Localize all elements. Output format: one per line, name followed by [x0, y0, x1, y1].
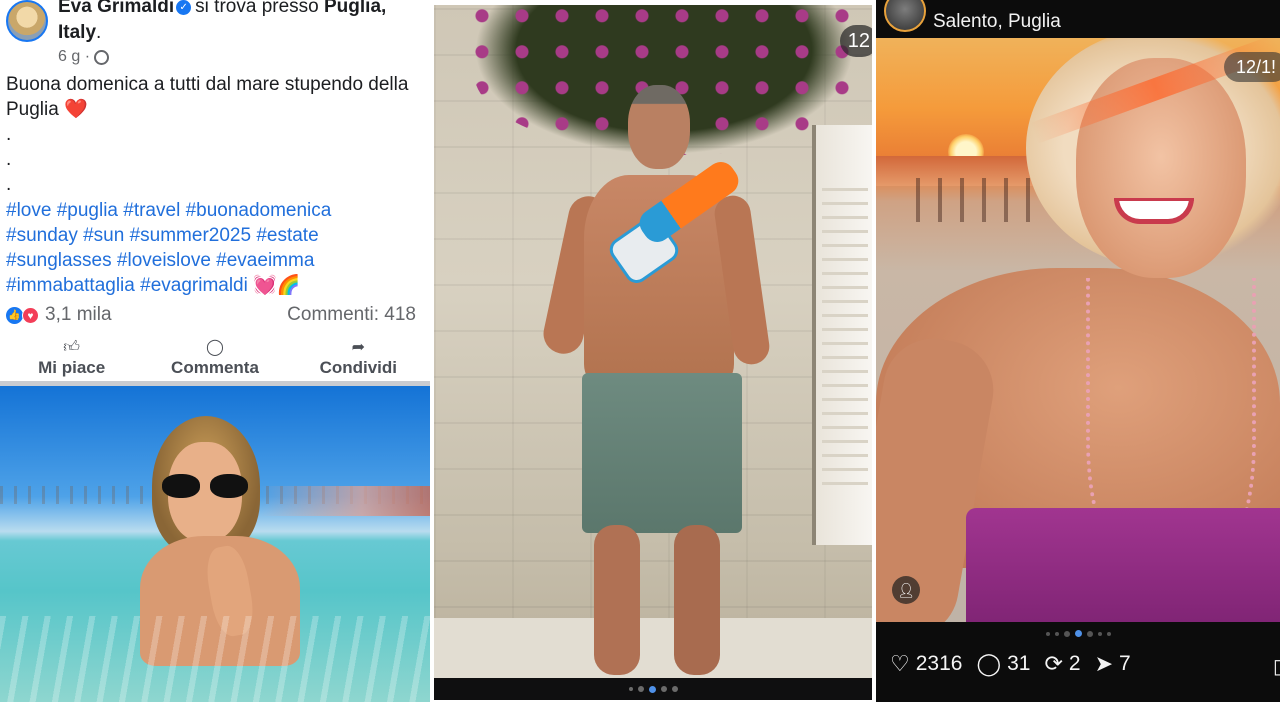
carousel-dot	[1097, 631, 1102, 636]
comment-bubble-icon: ◯	[976, 651, 1002, 676]
carousel-dot	[1054, 631, 1059, 636]
like-label: Mi piace	[38, 358, 106, 377]
comment-label: Commenta	[171, 358, 259, 377]
dot-line: .	[6, 149, 12, 170]
carousel-dot	[1045, 631, 1050, 636]
water-reflection	[0, 616, 430, 702]
share-label: Condividi	[319, 358, 398, 377]
location-label[interactable]: Salento, Puglia	[933, 11, 1061, 33]
author-name[interactable]: Eva Grimaldi	[58, 0, 174, 17]
hashtag-line[interactable]: #sunday #sun #summer2025 #estate	[6, 223, 426, 248]
author-avatar[interactable]	[6, 0, 48, 42]
comment-bubble-icon: ◯	[206, 339, 224, 356]
comment-button[interactable]: ◯ 31	[976, 652, 1030, 676]
post-stats: 👍 ♥ 3,1 mila Commenti: 418	[6, 304, 416, 326]
hashtag-line-last: #immabattaglia #evagrimaldi 💓🌈	[6, 273, 426, 298]
dot-line: .	[6, 124, 12, 145]
location-prefix: si trova presso	[195, 0, 319, 17]
carousel-dot	[1063, 630, 1070, 637]
left-leg	[594, 525, 640, 675]
bookmark-icon[interactable]: ▯	[1273, 654, 1280, 679]
image-counter: 12	[839, 25, 872, 57]
like-button[interactable]: ♡ 2316	[890, 652, 962, 676]
like-reaction-icon: 👍	[6, 306, 23, 324]
share-arrow-icon: ➦	[351, 339, 366, 356]
sunset-selfie-photo[interactable]: 12/1! 👤︎	[876, 38, 1280, 622]
dot-line: .	[6, 174, 12, 195]
post-actions: 👍︎ Mi piace ◯ Commenta ➦ Condividi	[0, 338, 430, 380]
carousel-dots[interactable]	[876, 630, 1280, 637]
beach-photo[interactable]	[0, 386, 430, 702]
post-time[interactable]: 6 g ·	[58, 48, 90, 66]
heart-rainbow-emoji: 💓🌈	[253, 275, 301, 296]
hashtag-line[interactable]: #immabattaglia #evagrimaldi	[6, 275, 248, 296]
comment-button[interactable]: ◯ Commenta	[155, 338, 275, 380]
reactions-count: 3,1 mila	[45, 304, 112, 325]
right-leg	[674, 525, 720, 675]
comments-count[interactable]: Commenti: 418	[287, 304, 416, 326]
tagged-person-icon[interactable]: 👤︎	[892, 576, 920, 604]
threads-post-panel: Salento, Puglia 12/1! 👤︎ ♡ 2316 ◯ 31 ⟳ 2…	[876, 0, 1280, 702]
carousel-dot	[1086, 630, 1093, 637]
instagram-photo-panel[interactable]: 12	[434, 5, 872, 700]
repost-button[interactable]: ⟳ 2	[1044, 652, 1080, 676]
reactions-summary[interactable]: 👍 ♥ 3,1 mila	[6, 304, 112, 326]
location-period: .	[96, 22, 102, 43]
swim-shorts	[582, 373, 742, 533]
share-button[interactable]: ➤ 7	[1095, 652, 1131, 676]
image-counter: 12/1!	[1223, 52, 1280, 82]
carousel-dot-active	[648, 685, 656, 693]
facebook-post-panel: Eva Grimaldi ✓ si trova presso Puglia, Ita…	[0, 0, 430, 702]
hashtag-line[interactable]: #sunglasses #loveislove #evaeimma	[6, 248, 426, 273]
post-meta: 6 g ·	[58, 48, 110, 66]
post-header: Eva Grimaldi ✓ si trova presso Puglia, Ita…	[58, 0, 428, 46]
share-button[interactable]: ➦ Condividi	[298, 338, 418, 380]
reposts-count: 2	[1068, 652, 1081, 675]
purple-swimsuit	[966, 508, 1280, 622]
water-gun	[594, 155, 744, 305]
hashtag-line[interactable]: #love #puglia #travel #buonadomenica	[6, 198, 426, 223]
like-button[interactable]: 👍︎ Mi piace	[12, 338, 132, 380]
carousel-dot	[628, 687, 633, 691]
carousel-dots[interactable]	[434, 678, 872, 700]
send-icon: ➤	[1094, 651, 1113, 676]
carousel-dot	[671, 686, 678, 692]
carousel-dot	[660, 686, 667, 692]
comments-count: 31	[1007, 652, 1031, 675]
repost-icon: ⟳	[1044, 651, 1063, 676]
carousel-dot	[637, 686, 644, 692]
globe-icon	[94, 49, 110, 65]
thumbs-up-icon: 👍︎	[63, 339, 81, 356]
love-reaction-icon: ♥	[22, 306, 39, 324]
author-avatar[interactable]	[884, 0, 926, 32]
hashtags: #love #puglia #travel #buonadomenica #su…	[6, 198, 426, 298]
sunglasses	[162, 474, 248, 498]
post-caption: Buona domenica a tutti dal mare stupendo…	[6, 72, 426, 197]
beach-people	[916, 178, 1046, 222]
heart-emoji: ❤️	[64, 99, 88, 120]
carousel-dot	[1106, 631, 1111, 636]
beach-cabin	[812, 125, 872, 545]
likes-count: 2316	[915, 652, 963, 675]
shares-count: 7	[1119, 652, 1131, 675]
carousel-dot-active	[1074, 630, 1082, 637]
post-actions: ♡ 2316 ◯ 31 ⟳ 2 ➤ 7	[890, 652, 1131, 676]
post-header: Salento, Puglia	[876, 0, 1280, 36]
heart-icon: ♡	[890, 651, 910, 676]
verified-badge-icon: ✓	[176, 0, 192, 15]
